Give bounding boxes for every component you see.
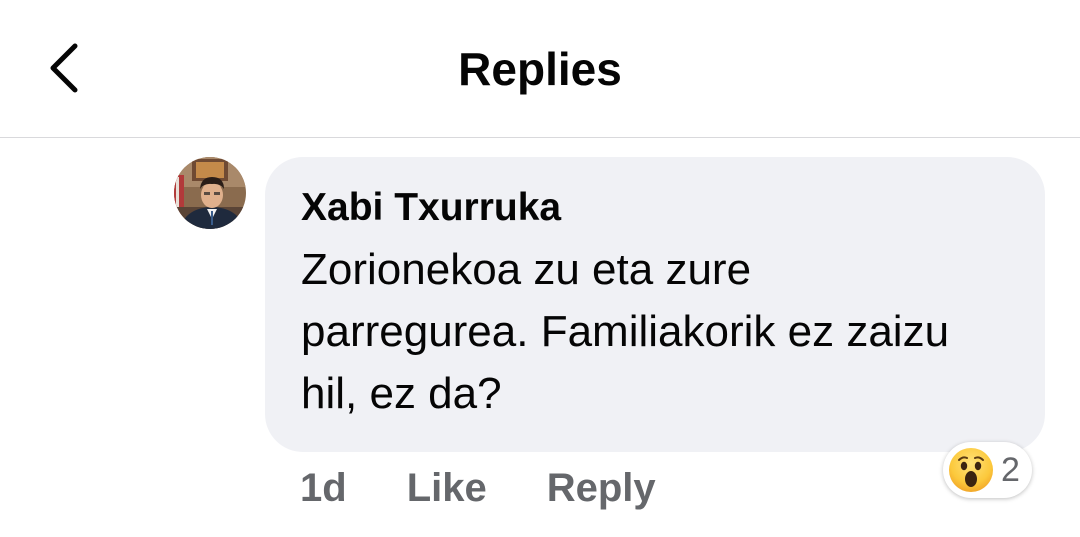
reaction-summary[interactable]: 2 <box>943 442 1032 498</box>
page-title: Replies <box>458 43 622 95</box>
reply-button[interactable]: Reply <box>547 466 656 511</box>
comment-author[interactable]: Xabi Txurruka <box>301 185 1009 231</box>
header: Replies <box>0 0 1080 138</box>
comment-text: Zorionekoa zu eta zure parregurea. Famil… <box>301 245 950 418</box>
replies-screen: Replies Xabi Txurruka Zorionekoa zu eta … <box>0 0 1080 537</box>
reaction-count: 2 <box>1001 451 1020 489</box>
comment-actions: 1d Like Reply <box>300 463 656 513</box>
like-button[interactable]: Like <box>407 466 487 511</box>
wow-reaction-icon <box>949 448 993 492</box>
avatar[interactable] <box>174 157 246 229</box>
comment-timestamp: 1d <box>300 465 347 510</box>
profile-photo <box>174 157 246 229</box>
comment-bubble[interactable]: Xabi Txurruka Zorionekoa zu eta zure par… <box>265 157 1045 452</box>
